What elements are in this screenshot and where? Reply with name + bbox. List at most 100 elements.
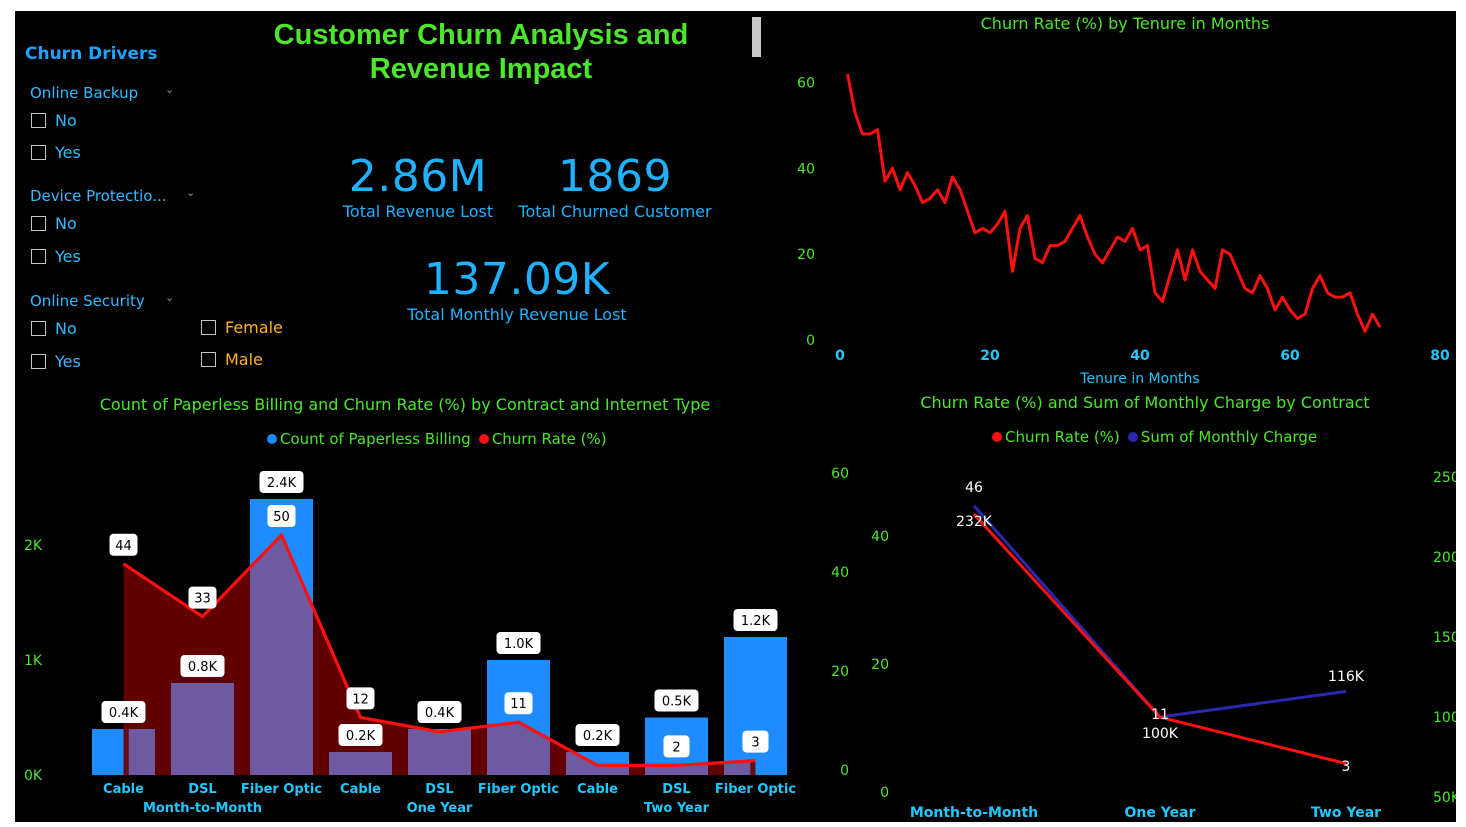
x-tick-label: 40 — [1130, 348, 1150, 364]
churn-value-label: 46 — [965, 480, 983, 496]
legend-dot-icon — [478, 434, 489, 444]
bar-value-label: 0.4K — [417, 701, 462, 723]
churn-value-label: 11 — [1151, 707, 1169, 723]
kpi-value: 1869 — [558, 151, 672, 202]
legend-label: Count of Paperless Billing — [280, 430, 471, 448]
kpi-label: Total Monthly Revenue Lost — [407, 305, 627, 324]
bar-value-label: 1.2K — [733, 609, 778, 631]
category-label: Cable — [103, 782, 144, 797]
churn-value-label: 33 — [188, 586, 217, 609]
checkbox-icon[interactable] — [31, 321, 46, 336]
bar-value-label: 1.0K — [496, 632, 541, 654]
dashboard-canvas: Customer Churn Analysis and Revenue Impa… — [15, 11, 1456, 822]
checkbox-icon[interactable] — [31, 145, 46, 160]
y-tick-label: 2K — [24, 538, 43, 554]
scrollbar-thumb[interactable] — [752, 17, 761, 57]
churn-value-label: 3 — [742, 730, 769, 753]
combo-chart: 0K 1K 2K 0.4K 0.8K 2.4K 0.2K 0.4K 1.0K 0.2K 0.5K 1.… — [24, 471, 796, 816]
legend-item-paperless[interactable]: Count of Paperless Billing — [267, 430, 471, 448]
category-label: DSL — [188, 782, 216, 797]
y1-tick-label: 0 — [880, 785, 889, 801]
bar-value-label: 2.4K — [259, 471, 304, 493]
churn-rate-line — [846, 73, 1382, 333]
churn-value-label: 2 — [663, 735, 690, 758]
paperless-bar — [724, 637, 787, 775]
filter-online-security-yes[interactable]: Yes — [31, 352, 81, 371]
option-label: No — [55, 214, 77, 233]
y-tick-label: 0K — [24, 768, 43, 784]
kpi-monthly-revenue-lost: 137.09K Total Monthly Revenue Lost — [397, 254, 637, 324]
kpi-value: 137.09K — [423, 254, 611, 305]
filters-heading: Churn Drivers — [25, 44, 158, 64]
group-label: Two Year — [644, 801, 710, 816]
bar-value-label: 0.8K — [180, 655, 225, 677]
filter-online-security-no[interactable]: No — [31, 319, 77, 338]
data-label: 44 — [115, 539, 132, 554]
chevron-down-icon[interactable]: ⌄ — [165, 83, 174, 96]
checkbox-icon[interactable] — [31, 113, 46, 128]
group-label: Month-to-Month — [143, 801, 262, 816]
y-tick-label: 0 — [806, 333, 815, 349]
churn-value-label: 12 — [346, 687, 375, 710]
category-label: DSL — [425, 782, 453, 797]
filter-online-backup-label: Online Backup — [30, 84, 139, 102]
filter-device-protection-label: Device Protectio... — [30, 187, 167, 205]
option-label: Yes — [55, 352, 81, 371]
option-label: Female — [225, 318, 283, 337]
overlap-fill — [128, 729, 155, 775]
data-label: 0.2K — [346, 729, 376, 744]
checkbox-icon[interactable] — [31, 354, 46, 369]
data-label: 0.2K — [583, 729, 613, 744]
filter-gender-female[interactable]: Female — [201, 318, 283, 337]
contract-chart: 0 20 40 60 0 20 40 50K 100K 150K 200K 250K 46 11 3 232K… — [831, 466, 1456, 821]
checkbox-icon[interactable] — [31, 216, 46, 231]
y-tick-label: 60 — [831, 466, 849, 482]
category-label: Fiber Optic — [715, 782, 796, 797]
data-label: 12 — [352, 692, 369, 707]
y2-tick-label: 100K — [1433, 710, 1456, 726]
filter-device-protection-no[interactable]: No — [31, 214, 77, 233]
category-label: One Year — [1125, 805, 1196, 821]
filter-online-backup-yes[interactable]: Yes — [31, 143, 81, 162]
data-label: 11 — [510, 697, 527, 712]
checkbox-icon[interactable] — [201, 352, 216, 367]
legend-item-churn[interactable]: Churn Rate (%) — [478, 430, 607, 448]
category-label: Two Year — [1311, 805, 1381, 821]
data-label: 1.0K — [504, 637, 534, 652]
legend-item-churn[interactable]: Churn Rate (%) — [992, 428, 1120, 446]
bar-value-label: 0.2K — [338, 724, 383, 746]
kpi-revenue-lost: 2.86M Total Revenue Lost — [333, 151, 503, 221]
kpi-label: Total Churned Customer — [518, 202, 712, 221]
legend-dot-icon — [1127, 432, 1138, 442]
data-label: 3 — [751, 736, 759, 751]
checkbox-icon[interactable] — [201, 320, 216, 335]
overlap-fill — [408, 729, 471, 775]
kpi-churned-customers: 1869 Total Churned Customer — [515, 151, 715, 221]
filter-gender-male[interactable]: Male — [201, 350, 263, 369]
y2-tick-label: 50K — [1433, 790, 1456, 806]
chevron-down-icon[interactable]: ⌄ — [186, 186, 195, 199]
churn-value-label: 11 — [504, 692, 533, 715]
y2-tick-label: 150K — [1433, 630, 1456, 646]
chevron-down-icon[interactable]: ⌄ — [165, 291, 174, 304]
filter-online-backup-no[interactable]: No — [31, 111, 77, 130]
monthly-charge-line — [972, 504, 1347, 719]
legend-label: Churn Rate (%) — [491, 430, 607, 448]
checkbox-icon[interactable] — [31, 249, 46, 264]
combo-chart-title: Count of Paperless Billing and Churn Rat… — [99, 395, 711, 414]
filter-device-protection-yes[interactable]: Yes — [31, 247, 81, 266]
y-tick-label: 40 — [797, 161, 815, 177]
data-label: 50 — [273, 510, 290, 525]
churn-value-label: 3 — [1342, 759, 1351, 775]
legend-item-monthly-charge[interactable]: Sum of Monthly Charge — [1127, 428, 1317, 446]
churn-value-label: 50 — [267, 505, 296, 527]
kpi-value: 2.86M — [348, 151, 488, 202]
legend-dot-icon — [267, 434, 277, 444]
option-label: No — [55, 111, 77, 130]
y-tick-label: 40 — [831, 565, 849, 581]
category-label: Cable — [340, 782, 381, 797]
combo-chart-legend: Count of Paperless Billing Churn Rate (%… — [267, 430, 607, 448]
legend-dot-icon — [992, 432, 1002, 442]
bar-value-label: 0.4K — [101, 701, 146, 723]
charge-value-label: 232K — [956, 514, 993, 530]
